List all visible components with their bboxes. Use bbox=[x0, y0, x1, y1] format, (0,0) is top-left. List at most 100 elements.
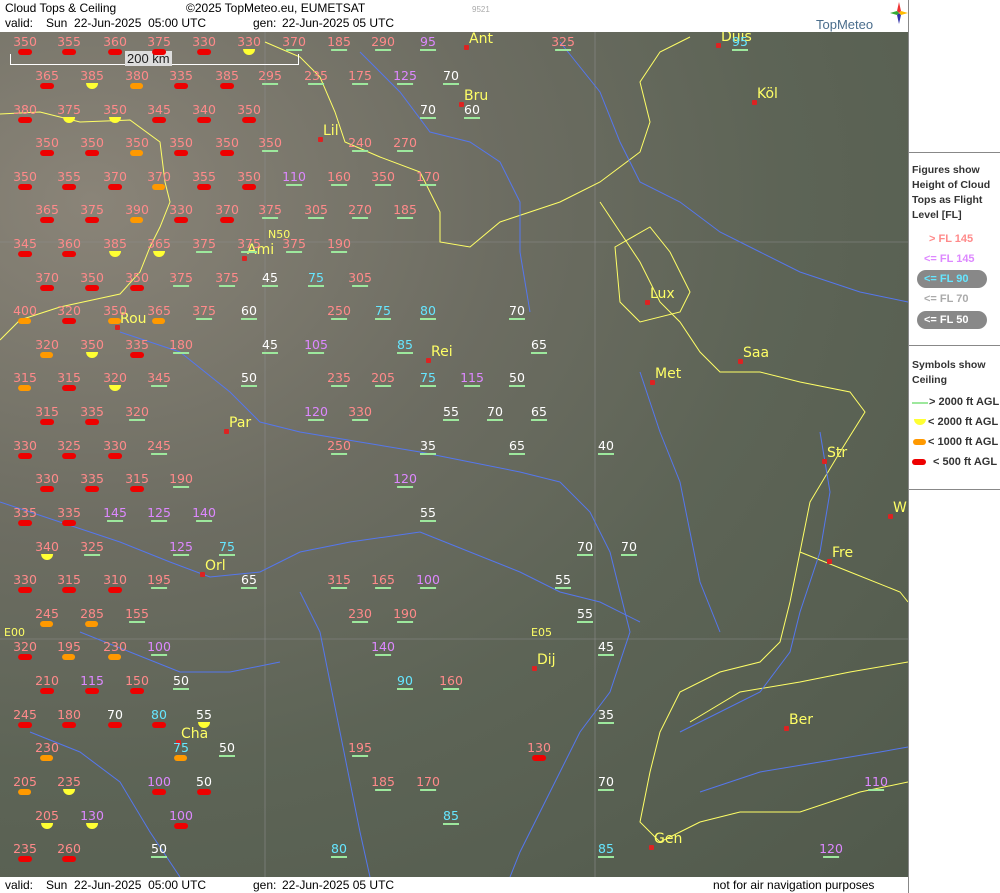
cloud-top-reading: 170 bbox=[416, 170, 440, 186]
flight-level-value: 375 bbox=[258, 202, 282, 217]
ceiling-symbol bbox=[174, 755, 188, 761]
ceiling-symbol bbox=[84, 688, 99, 694]
cloud-top-reading: 375 bbox=[192, 304, 216, 320]
cloud-top-reading: 125 bbox=[393, 69, 417, 85]
flight-level-value: 350 bbox=[103, 303, 127, 318]
cloud-top-reading: 85 bbox=[443, 809, 459, 825]
ceiling-symbol bbox=[241, 318, 257, 320]
ceiling-symbol bbox=[420, 117, 436, 119]
cloud-top-reading: 315 bbox=[35, 405, 59, 425]
ceiling-symbol bbox=[61, 520, 76, 526]
flight-level-value: 330 bbox=[103, 438, 127, 453]
flight-level-value: 285 bbox=[80, 606, 104, 621]
ceiling-symbol bbox=[40, 621, 54, 627]
flight-level-value: 240 bbox=[348, 135, 372, 150]
cloud-top-reading: 175 bbox=[348, 69, 372, 85]
ceiling-symbol bbox=[108, 722, 122, 728]
flight-level-value: 50 bbox=[173, 673, 189, 688]
cloud-top-reading: 345 bbox=[13, 237, 37, 257]
flight-level-value: 335 bbox=[80, 471, 104, 486]
ceiling-symbol bbox=[152, 184, 166, 190]
cloud-top-reading: 35 bbox=[598, 708, 614, 724]
ceiling-symbol bbox=[577, 554, 593, 556]
flight-level-value: 370 bbox=[103, 169, 127, 184]
cloud-top-reading: 350 bbox=[258, 136, 282, 152]
flight-level-value: 350 bbox=[13, 34, 37, 49]
cloud-top-reading: 325 bbox=[551, 35, 575, 51]
flight-level-value: 55 bbox=[577, 606, 593, 621]
flight-level-value: 100 bbox=[416, 572, 440, 587]
flight-level-value: 50 bbox=[219, 740, 235, 755]
cloud-top-reading: 350 bbox=[13, 35, 37, 55]
ceiling-symbol bbox=[85, 823, 98, 829]
ceiling-symbol bbox=[396, 621, 413, 623]
cloud-top-reading: 125 bbox=[169, 540, 193, 556]
ceiling-symbol bbox=[61, 49, 76, 55]
cloud-top-reading: 230 bbox=[35, 741, 59, 761]
flight-level-value: 235 bbox=[304, 68, 328, 83]
ceiling-symbol bbox=[219, 217, 234, 223]
flight-level-value: 80 bbox=[420, 303, 436, 318]
cloud-top-reading: 75 bbox=[375, 304, 391, 320]
cloud-top-reading: 330 bbox=[35, 472, 59, 492]
flight-level-value: 185 bbox=[327, 34, 351, 49]
brand-logo: TopMeteo bbox=[816, 17, 874, 32]
cloud-top-reading: 305 bbox=[304, 203, 328, 219]
flight-level-value: 345 bbox=[13, 236, 37, 251]
cloud-top-reading: 185 bbox=[371, 775, 395, 791]
cloud-top-reading: 55 bbox=[420, 506, 436, 522]
flight-level-value: 65 bbox=[531, 337, 547, 352]
cloud-top-reading: 365 bbox=[35, 203, 59, 223]
cloud-top-reading: 385 bbox=[80, 69, 104, 89]
cloud-top-reading: 350 bbox=[371, 170, 395, 186]
cloud-top-reading: 50 bbox=[219, 741, 235, 757]
flight-level-value: 350 bbox=[80, 270, 104, 285]
flight-level-value: 370 bbox=[147, 169, 171, 184]
ceiling-symbol bbox=[374, 587, 391, 589]
cloud-top-reading: 330 bbox=[169, 203, 193, 223]
cloud-top-reading: 120 bbox=[819, 842, 843, 858]
ceiling-symbol bbox=[130, 83, 144, 89]
ceiling-symbol bbox=[308, 285, 324, 287]
flight-level-value: 50 bbox=[509, 370, 525, 385]
ceiling-symbol bbox=[420, 49, 436, 51]
city-label: Köl bbox=[757, 86, 778, 102]
flight-level-value: 320 bbox=[125, 404, 149, 419]
cloud-top-reading: 330 bbox=[13, 573, 37, 593]
ceiling-symbol bbox=[242, 49, 255, 55]
cloud-top-reading: 55 bbox=[443, 405, 459, 421]
cloud-top-reading: 75 bbox=[173, 741, 189, 761]
cloud-top-reading: 330 bbox=[348, 405, 372, 421]
flight-level-value: 320 bbox=[35, 337, 59, 352]
flight-level-value: 205 bbox=[35, 808, 59, 823]
ceiling-symbol bbox=[555, 587, 571, 589]
flight-level-value: 120 bbox=[393, 471, 417, 486]
cloud-top-reading: 355 bbox=[57, 170, 81, 190]
cloud-top-reading: 95 bbox=[732, 35, 748, 51]
cloud-top-reading: 70 bbox=[577, 540, 593, 556]
legend-sym-above-2000: > 2000 ft AGL bbox=[929, 396, 1000, 408]
ceiling-symbol bbox=[40, 352, 54, 358]
cloud-top-reading: 335 bbox=[80, 405, 104, 425]
ceiling-symbol bbox=[39, 419, 54, 425]
flight-level-value: 195 bbox=[57, 639, 81, 654]
cloud-top-reading: 50 bbox=[151, 842, 167, 858]
flight-level-value: 120 bbox=[304, 404, 328, 419]
flight-level-value: 330 bbox=[169, 202, 193, 217]
flight-level-value: 185 bbox=[371, 774, 395, 789]
ceiling-symbol bbox=[17, 251, 32, 257]
footer-valid-label: valid: bbox=[5, 878, 34, 892]
ceiling-symbol bbox=[152, 251, 165, 257]
ceiling-symbol bbox=[62, 117, 75, 123]
ceiling-symbol bbox=[531, 755, 546, 761]
cloud-top-reading: 320 bbox=[103, 371, 127, 391]
ceiling-symbol bbox=[172, 554, 189, 556]
cloud-top-reading: 230 bbox=[348, 607, 372, 623]
cloud-map[interactable]: 200 km N50 E00 E05 Ant Duis Bru Köl Lil Ami Lu… bbox=[0, 32, 908, 877]
ceiling-symbol bbox=[108, 117, 121, 123]
flight-level-value: 230 bbox=[103, 639, 127, 654]
flight-level-value: 355 bbox=[192, 169, 216, 184]
cloud-top-reading: 70 bbox=[420, 103, 436, 119]
ceiling-symbol bbox=[84, 486, 99, 492]
cloud-top-reading: 40 bbox=[598, 439, 614, 455]
